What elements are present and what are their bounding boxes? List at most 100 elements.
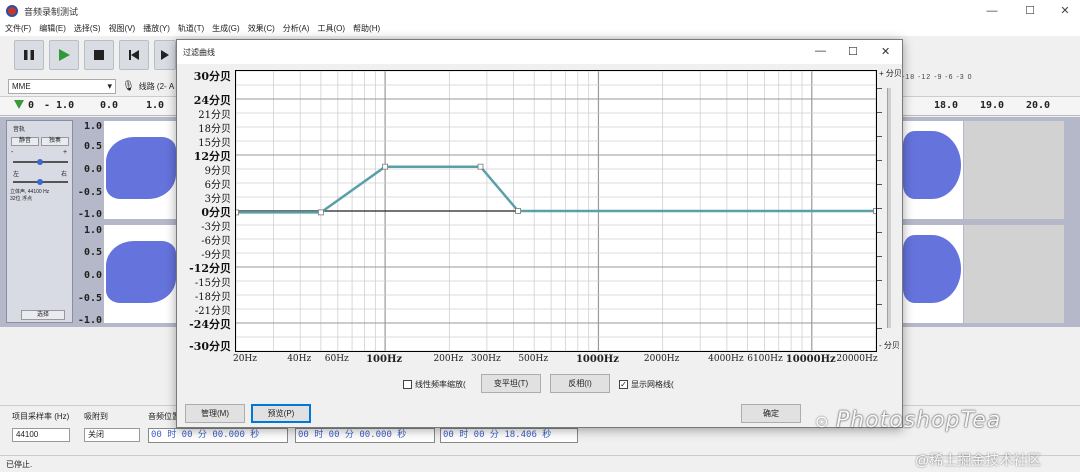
menu-help[interactable]: 帮助(H) (353, 22, 380, 36)
audacity-app-icon (6, 5, 18, 17)
linear-scale-checkbox-box[interactable] (403, 380, 412, 389)
amplitude-label: 0.5 (83, 141, 102, 152)
project-rate-select[interactable]: 44100 (12, 428, 70, 442)
window-title: 音频录制测试 (24, 6, 79, 17)
eq-control-point (382, 163, 389, 170)
frequency-tick-label: 6100Hz (747, 354, 783, 364)
audio-host-select[interactable]: MME (8, 78, 116, 94)
microphone-icon: 🎙 (122, 80, 135, 92)
right-scale-minus-label: - 分贝 (879, 341, 900, 350)
menu-transport[interactable]: 播放(Y) (143, 22, 170, 36)
show-grid-checkbox[interactable]: ✓ 显示网格线( (619, 379, 674, 390)
pause-icon (24, 50, 34, 60)
maximize-button[interactable]: ☐ (1023, 4, 1037, 18)
show-grid-checkbox-box[interactable]: ✓ (619, 380, 628, 389)
frequency-axis-labels: 20Hz 40Hz 60Hz 100Hz 200Hz 300Hz 500Hz 1000Hz 20… (232, 354, 878, 368)
slider-tick (877, 184, 882, 185)
slider-tick (877, 136, 882, 137)
db-range-slider[interactable] (887, 88, 891, 328)
solo-button[interactable]: 独奏 (41, 137, 69, 146)
menu-select[interactable]: 选择(S) (74, 22, 101, 36)
site-watermark: @稀土掘金技术社区 (915, 452, 1042, 468)
db-tick-label: -18分贝 (194, 292, 231, 303)
device-toolbar: MME 🎙 线路 (2- A (0, 76, 180, 96)
linear-scale-checkbox[interactable]: 线性频率缩放( (403, 379, 466, 390)
waveform-shape (903, 235, 961, 303)
gain-slider-knob[interactable] (37, 159, 43, 165)
menu-tools[interactable]: 工具(O) (317, 22, 345, 36)
audio-position-time[interactable]: 00 时 00 分 00.000 秒 (148, 428, 288, 443)
gain-slider[interactable] (13, 159, 68, 165)
manage-button[interactable]: 管理(M) (185, 404, 245, 423)
eq-control-point (873, 208, 876, 214)
amplitude-label: 1.0 (83, 121, 102, 132)
project-rate-label: 项目采样率 (Hz) (12, 412, 70, 421)
menu-effect[interactable]: 效果(C) (248, 22, 275, 36)
linear-scale-label: 线性频率缩放( (415, 380, 466, 389)
track-name-menu[interactable]: 音轨 (13, 124, 25, 133)
skip-to-end-icon (161, 50, 169, 60)
wechat-icon: ⊙ (815, 414, 829, 431)
ruler-label: 19.0 (980, 100, 1005, 111)
track-select-button[interactable]: 选择 (21, 310, 65, 320)
stop-button[interactable] (84, 40, 114, 70)
amplitude-label: 1.0 (83, 225, 102, 236)
ruler-label: - 1.0 (44, 100, 75, 111)
waveform-shape (106, 241, 176, 303)
eq-curve-plot[interactable] (235, 70, 877, 352)
dialog-maximize-button[interactable]: ☐ (848, 45, 858, 58)
menu-view[interactable]: 视图(V) (109, 22, 136, 36)
title-bar: 音频录制测试 — ☐ ✕ (0, 0, 1080, 22)
ruler-label: 0 (28, 100, 35, 111)
amplitude-label: -0.5 (77, 187, 102, 198)
db-axis-labels: 30分贝 24分贝 21分贝 18分贝 15分贝 12分贝 9分贝 6分贝 3分贝 0分贝 -3分贝… (177, 70, 233, 353)
selection-end-time[interactable]: 00 时 00 分 18.406 秒 (440, 428, 578, 443)
db-tick-label: -15分贝 (194, 278, 231, 289)
menu-analyze[interactable]: 分析(A) (283, 22, 310, 36)
menu-generate[interactable]: 生成(G) (212, 22, 240, 36)
db-tick-label: 30分贝 (193, 70, 231, 83)
skip-start-button[interactable] (119, 40, 149, 70)
amplitude-label: 0.0 (83, 164, 102, 175)
close-button[interactable]: ✕ (1058, 4, 1072, 18)
frequency-tick-label: 20Hz (232, 354, 258, 364)
preview-button[interactable]: 预览(P) (251, 404, 311, 423)
input-device-select[interactable]: 线路 (2- A (139, 81, 175, 92)
pan-left-label: 左 (13, 172, 20, 178)
selection-start-time[interactable]: 00 时 00 分 00.000 秒 (295, 428, 435, 443)
mute-button[interactable]: 静音 (11, 137, 39, 146)
slider-tick (877, 304, 882, 305)
right-scale-plus-label: + 分贝 (879, 69, 902, 78)
ok-button[interactable]: 确定 (741, 404, 801, 423)
track-info: 立体声, 44100 Hz 32位 浮点 (10, 189, 49, 203)
filter-curve-dialog: 过滤曲线 — ☐ ✕ 30分贝 24分贝 21分贝 18分贝 15分贝 12分贝 9分贝 6分… (176, 39, 903, 428)
eq-curve-svg[interactable] (236, 71, 876, 351)
status-text: 已停止. (6, 460, 33, 469)
slider-tick (877, 208, 882, 209)
dialog-close-button[interactable]: ✕ (881, 45, 890, 58)
track-bit-depth: 32位 浮点 (10, 196, 32, 202)
pan-slider-knob[interactable] (37, 179, 43, 185)
invert-button[interactable]: 反相(I) (550, 374, 610, 393)
skip-end-button[interactable] (154, 40, 176, 70)
db-tick-label: -30分贝 (189, 340, 231, 353)
flatten-button[interactable]: 变平坦(T) (481, 374, 541, 393)
play-button[interactable] (49, 40, 79, 70)
dialog-minimize-button[interactable]: — (815, 45, 826, 57)
pause-button[interactable] (14, 40, 44, 70)
eq-curve-line (236, 165, 876, 214)
snap-to-select[interactable]: 关闭 (84, 428, 140, 442)
menu-edit[interactable]: 编辑(E) (39, 22, 66, 36)
slider-tick (877, 232, 882, 233)
waveform-shape (903, 131, 961, 199)
amplitude-label: -1.0 (77, 315, 102, 326)
db-tick-label: 18分贝 (198, 124, 231, 135)
db-tick-label: 15分贝 (198, 138, 231, 149)
menu-tracks[interactable]: 轨道(T) (178, 22, 204, 36)
slider-tick (877, 112, 882, 113)
pan-slider[interactable] (13, 179, 68, 185)
minimize-button[interactable]: — (985, 4, 999, 18)
dialog-title-bar: 过滤曲线 — ☐ ✕ (177, 40, 902, 64)
frequency-tick-label: 40Hz (287, 354, 312, 364)
menu-file[interactable]: 文件(F) (5, 22, 31, 36)
